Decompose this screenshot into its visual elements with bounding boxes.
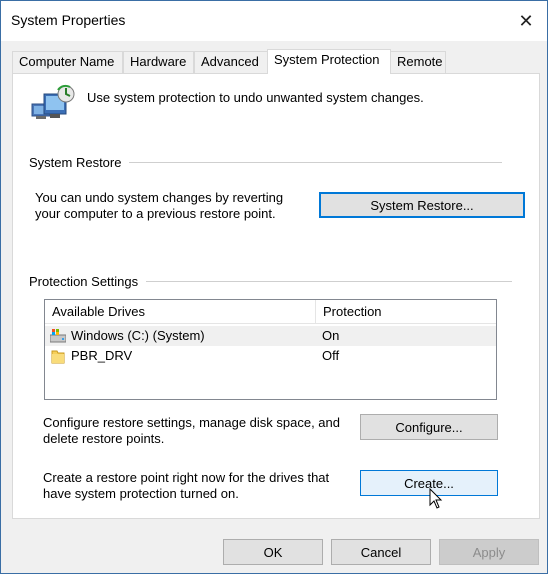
mouse-pointer-icon [429,488,443,509]
drive-protection: Off [322,348,340,363]
tab-hardware[interactable]: Hardware [123,51,194,73]
drive-protection: On [322,328,340,343]
apply-button[interactable]: Apply [439,539,539,565]
folder-drive-icon [51,350,65,364]
tab-remote[interactable]: Remote [390,51,446,73]
system-restore-button[interactable]: System Restore... [319,192,525,218]
title-bar: System Properties ✕ [1,1,547,41]
tab-computer-name[interactable]: Computer Name [12,51,123,73]
configure-description-line2: delete restore points. [43,431,165,446]
configure-button[interactable]: Configure... [360,414,498,440]
system-restore-description-line1: You can undo system changes by reverting [35,190,284,205]
close-icon[interactable]: ✕ [507,3,545,39]
intro-text: Use system protection to undo unwanted s… [87,90,424,105]
cancel-button[interactable]: Cancel [331,539,431,565]
drive-name: PBR_DRV [71,348,133,363]
column-header-protection[interactable]: Protection [316,300,496,324]
table-row[interactable]: PBR_DRV Off [45,346,496,366]
ok-button[interactable]: OK [223,539,323,565]
window-title: System Properties [11,12,126,28]
drives-list[interactable]: Available Drives Protection Windows (C:)… [44,299,497,400]
create-description-line2: have system protection turned on. [43,486,239,501]
configure-description-line1: Configure restore settings, manage disk … [43,415,341,430]
tab-advanced[interactable]: Advanced [194,51,268,73]
table-row[interactable]: Windows (C:) (System) On [45,326,496,346]
drive-name: Windows (C:) (System) [71,328,205,343]
system-properties-window: System Properties ✕ Computer Name Hardwa… [0,0,548,574]
system-restore-group-label: System Restore [29,155,130,170]
system-protection-icon [31,84,75,119]
system-restore-description-line2: your computer to a previous restore poin… [35,206,276,221]
tab-system-protection[interactable]: System Protection [267,49,391,74]
create-description-line1: Create a restore point right now for the… [43,470,330,485]
protection-settings-group-label: Protection Settings [29,274,147,289]
tab-panel: Use system protection to undo unwanted s… [12,73,540,519]
system-drive-icon [50,329,66,343]
column-header-drives[interactable]: Available Drives [45,300,316,324]
